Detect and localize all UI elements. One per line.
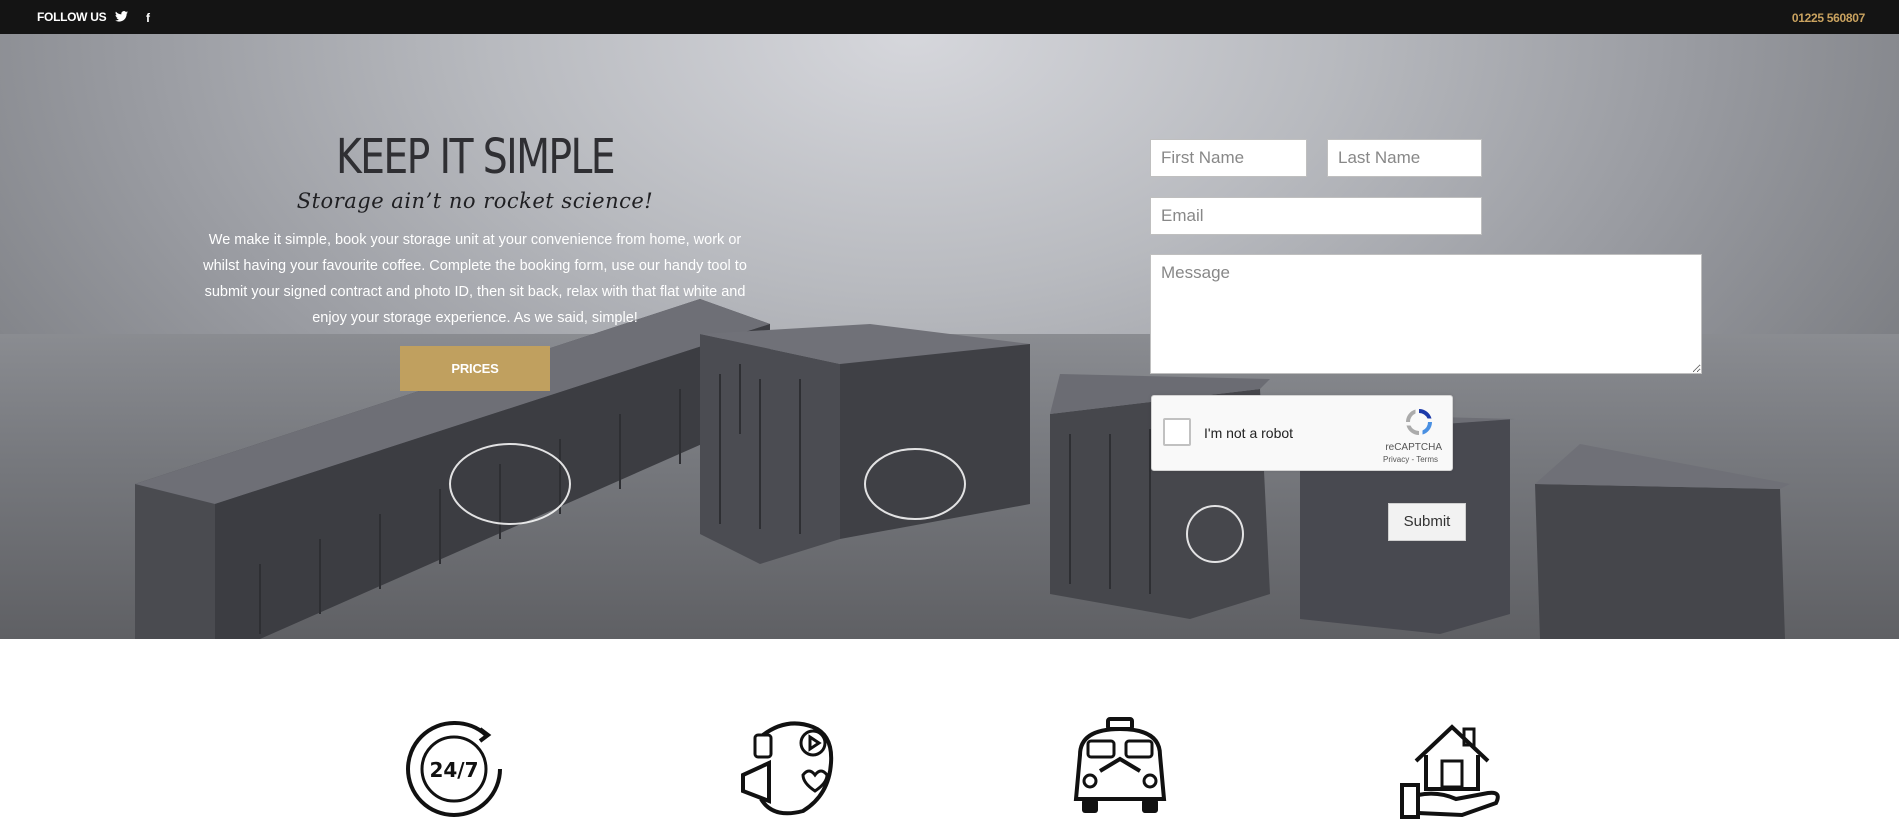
hero-subheading: Storage ain’t no rocket science! xyxy=(296,189,654,213)
features-section: 24/7 xyxy=(0,639,1899,820)
recaptcha-widget: I'm not a robot reCAPTCHA Privacy - Term… xyxy=(1151,395,1453,471)
recaptcha-checkbox[interactable] xyxy=(1163,418,1191,446)
phone-number[interactable]: 01225 560807 xyxy=(1792,11,1865,25)
recaptcha-logo-icon xyxy=(1396,406,1442,443)
hero-headline: KEEP IT SIMPLE xyxy=(335,129,616,185)
recaptcha-brand: reCAPTCHA xyxy=(1385,442,1442,453)
house-in-hand-icon xyxy=(1400,724,1500,819)
hero-section: KEEP IT SIMPLE Storage ain’t no rocket s… xyxy=(0,34,1899,639)
first-name-input[interactable] xyxy=(1150,139,1307,177)
last-name-input[interactable] xyxy=(1327,139,1482,177)
follow-us-label: FOLLOW US xyxy=(37,10,107,24)
top-bar: FOLLOW US f 01225 560807 xyxy=(0,0,1899,34)
social-megaphone-icon xyxy=(741,721,834,816)
camper-van-icon xyxy=(1073,717,1167,813)
email-input[interactable] xyxy=(1150,197,1482,235)
clock-24-7-text: 24/7 xyxy=(429,758,478,782)
hero-description: We make it simple, book your storage uni… xyxy=(203,232,747,326)
message-textarea[interactable] xyxy=(1150,254,1702,374)
submit-button[interactable]: Submit xyxy=(1388,503,1466,541)
recaptcha-links[interactable]: Privacy - Terms xyxy=(1383,455,1438,464)
prices-button[interactable]: PRICES xyxy=(400,346,550,391)
facebook-icon[interactable]: f xyxy=(141,11,155,25)
twitter-icon[interactable] xyxy=(114,11,128,25)
recaptcha-label: I'm not a robot xyxy=(1204,425,1294,441)
24-7-clock-icon: 24/7 xyxy=(406,720,502,817)
